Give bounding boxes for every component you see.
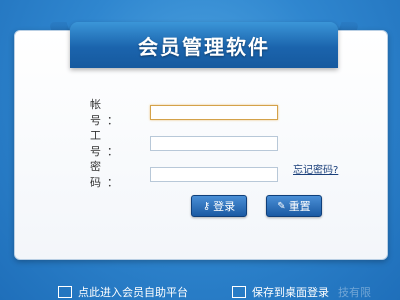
self-service-link[interactable]: 点此进入会员自助平台 — [58, 284, 188, 300]
app-title: 会员管理软件 — [138, 34, 270, 59]
employee-label: 工 号： — [90, 129, 124, 158]
self-service-label: 点此进入会员自助平台 — [78, 286, 188, 299]
monitor-icon — [58, 286, 72, 298]
account-row: 帐 号： — [90, 96, 278, 128]
employee-id-input[interactable] — [150, 135, 278, 151]
reset-button[interactable]: ✎ 重置 — [266, 195, 322, 217]
account-label: 帐 号： — [90, 98, 124, 127]
login-button[interactable]: ⚷ 登录 — [191, 195, 247, 217]
password-row: 密 码： — [90, 158, 278, 190]
password-input[interactable] — [150, 166, 278, 182]
save-desktop-label: 保存到桌面登录 — [252, 286, 329, 299]
key-icon: ⚷ — [202, 200, 211, 212]
employee-row: 工 号： — [90, 127, 278, 159]
reset-button-label: 重置 — [288, 200, 311, 213]
password-label: 密 码： — [90, 160, 124, 189]
forgot-password-link[interactable]: 忘记密码? — [293, 161, 338, 176]
login-button-label: 登录 — [213, 200, 236, 213]
pencil-icon: ✎ — [277, 200, 286, 212]
save-desktop-link[interactable]: 保存到桌面登录 — [232, 284, 329, 300]
watermark-text: 技有限 — [338, 286, 371, 299]
desktop-icon — [232, 286, 246, 298]
title-banner: 会员管理软件 — [70, 22, 338, 68]
account-input[interactable] — [150, 104, 278, 120]
